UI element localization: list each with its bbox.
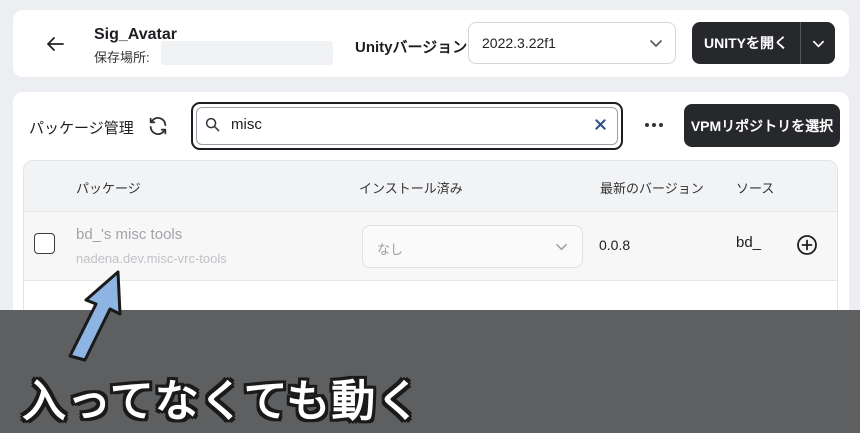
more-horizontal-icon [645, 123, 663, 127]
package-name: bd_'s misc tools [76, 226, 183, 243]
open-unity-dropdown-button[interactable] [801, 22, 835, 64]
add-circle-icon [797, 235, 817, 255]
chevron-down-icon [812, 40, 824, 47]
select-vpm-repository-button[interactable]: VPMリポジトリを選択 [684, 104, 840, 147]
package-source: bd_ [736, 234, 762, 251]
chevron-down-icon [556, 243, 567, 251]
table-header: パッケージ インストール済み 最新のバージョン ソース [24, 161, 837, 211]
search-icon [205, 117, 220, 132]
column-header-package: パッケージ [76, 181, 141, 196]
back-button[interactable] [41, 30, 69, 58]
chevron-down-icon [650, 40, 662, 48]
refresh-button[interactable] [145, 113, 171, 139]
column-header-source: ソース [736, 181, 775, 196]
installed-version-value: なし [377, 242, 404, 257]
search-box [191, 102, 623, 150]
location-label: 保存場所: [94, 50, 150, 65]
column-header-latest: 最新のバージョン [600, 181, 704, 196]
latest-version: 0.0.8 [599, 237, 631, 253]
back-arrow-icon [47, 37, 64, 51]
clear-search-button[interactable] [591, 115, 609, 133]
unity-version-label: Unityバージョン: [355, 39, 473, 56]
refresh-icon [149, 117, 167, 135]
package-id: nadena.dev.misc-vrc-tools [76, 251, 227, 266]
open-unity-split-button: UNITYを開く [692, 22, 835, 64]
installed-version-select[interactable]: なし [362, 225, 583, 268]
annotation-arrow-icon [68, 270, 122, 362]
add-package-button[interactable] [795, 233, 819, 257]
table-row: bd_'s misc tools nadena.dev.misc-vrc-too… [24, 211, 837, 281]
more-options-button[interactable] [640, 114, 668, 136]
location-value-redacted [161, 41, 333, 65]
search-input[interactable] [231, 116, 561, 133]
row-checkbox[interactable] [34, 233, 55, 254]
package-manager-title: パッケージ管理 [29, 120, 134, 137]
project-header: Sig_Avatar 保存場所: Unityバージョン: 2022.3.22f1… [13, 10, 849, 77]
column-header-installed: インストール済み [359, 181, 463, 196]
close-icon [594, 118, 606, 130]
open-unity-button[interactable]: UNITYを開く [692, 22, 800, 64]
unity-version-select[interactable]: 2022.3.22f1 [468, 22, 676, 64]
unity-version-value: 2022.3.22f1 [482, 35, 556, 51]
annotation-caption: 入ってなくても動く [22, 376, 422, 427]
